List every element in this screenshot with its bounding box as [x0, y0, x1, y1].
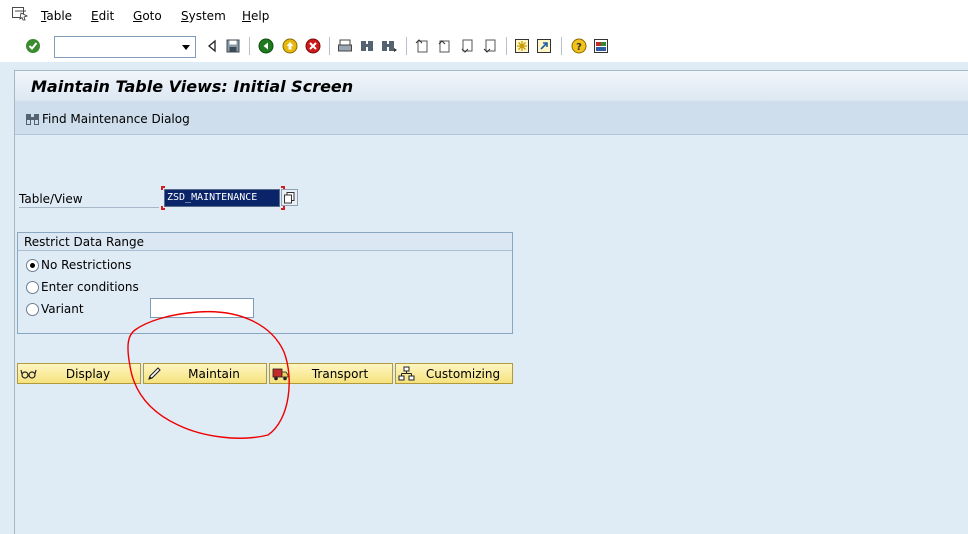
- find-maintenance-dialog-button[interactable]: Find Maintenance Dialog: [25, 110, 190, 128]
- radio-icon[interactable]: [26, 280, 39, 294]
- maintain-button[interactable]: Maintain: [143, 363, 267, 384]
- svg-text:?: ?: [576, 42, 582, 53]
- previous-page-icon[interactable]: [436, 38, 452, 54]
- customize-layout-icon[interactable]: [593, 38, 609, 54]
- first-page-icon[interactable]: [414, 38, 430, 54]
- toolbar-separator: [249, 37, 250, 55]
- table-view-field[interactable]: ZSD_MAINTENANCE: [161, 186, 285, 210]
- menu-bar: Table Edit Goto System Help: [0, 0, 968, 32]
- menu-edit[interactable]: Edit: [91, 9, 114, 23]
- find-icon[interactable]: [359, 38, 375, 54]
- table-view-label: Table/View: [19, 190, 159, 208]
- menu-system[interactable]: System: [181, 9, 226, 23]
- display-button[interactable]: Display: [17, 363, 141, 384]
- menu-table[interactable]: Table: [41, 9, 72, 23]
- radio-variant[interactable]: Variant: [26, 301, 84, 317]
- toolbar-separator: [406, 37, 407, 55]
- toolbar-separator: [506, 37, 507, 55]
- title-bar: Maintain Table Views: Initial Screen: [15, 71, 968, 101]
- customizing-button[interactable]: Customizing: [395, 363, 513, 384]
- table-view-input[interactable]: ZSD_MAINTENANCE: [164, 189, 280, 207]
- toolbar-separator: [561, 37, 562, 55]
- application-toolbar: Find Maintenance Dialog: [15, 101, 968, 135]
- truck-icon: [272, 368, 289, 381]
- print-icon[interactable]: [337, 38, 353, 54]
- menu-goto[interactable]: Goto: [133, 9, 162, 23]
- save-icon[interactable]: [225, 38, 241, 54]
- last-page-icon[interactable]: [482, 38, 498, 54]
- radio-label: Variant: [41, 302, 84, 316]
- radio-no-restrictions[interactable]: No Restrictions: [26, 257, 131, 273]
- exit-icon[interactable]: [282, 38, 298, 54]
- radio-selected-icon[interactable]: [26, 258, 39, 272]
- pencil-icon: [148, 367, 161, 380]
- back-icon[interactable]: [204, 38, 220, 54]
- menu-help[interactable]: Help: [242, 9, 269, 23]
- variant-input[interactable]: [150, 298, 254, 318]
- next-page-icon[interactable]: [459, 38, 475, 54]
- help-icon[interactable]: ?: [571, 38, 587, 54]
- glasses-icon: [20, 369, 37, 379]
- copy-icon: [284, 192, 295, 204]
- page-title: Maintain Table Views: Initial Screen: [31, 77, 354, 96]
- create-session-icon[interactable]: [514, 38, 530, 54]
- radio-label: Enter conditions: [41, 280, 139, 294]
- command-field[interactable]: [54, 36, 196, 58]
- radio-icon[interactable]: [26, 302, 39, 316]
- group-title: Restrict Data Range: [18, 233, 512, 251]
- restrict-data-range-group: Restrict Data Range No Restrictions Ente…: [17, 232, 513, 334]
- standard-toolbar: ?: [0, 32, 968, 62]
- menu-options-icon[interactable]: [12, 7, 28, 21]
- radio-label: No Restrictions: [41, 258, 132, 272]
- radio-enter-conditions[interactable]: Enter conditions: [26, 279, 139, 295]
- cancel-icon[interactable]: [305, 38, 321, 54]
- toolbar-separator: [329, 37, 330, 55]
- binoculars-icon: [26, 114, 39, 125]
- transport-button[interactable]: Transport: [269, 363, 393, 384]
- green-back-icon[interactable]: [258, 38, 274, 54]
- enter-icon[interactable]: [25, 38, 41, 54]
- hierarchy-icon: [398, 366, 415, 381]
- chevron-down-icon[interactable]: [182, 45, 190, 50]
- shortcut-icon[interactable]: [536, 38, 552, 54]
- find-next-icon[interactable]: [381, 38, 397, 54]
- value-help-button[interactable]: [281, 189, 298, 206]
- find-maintenance-dialog-label: Find Maintenance Dialog: [42, 112, 190, 126]
